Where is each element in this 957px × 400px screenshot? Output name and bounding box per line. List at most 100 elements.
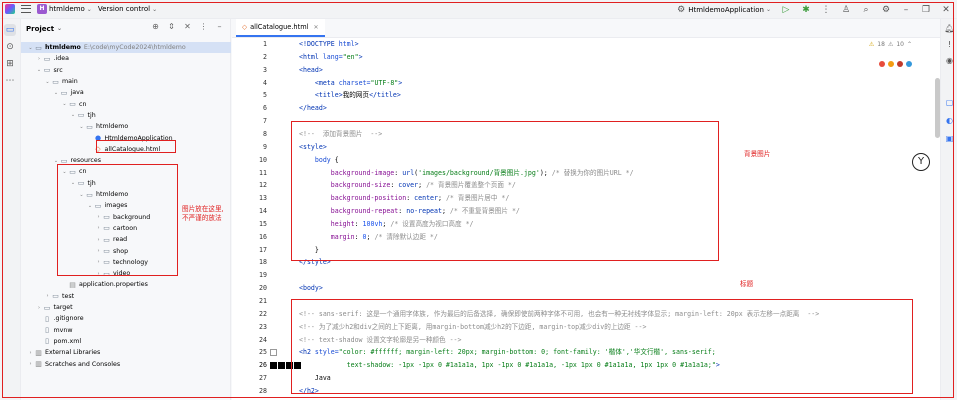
project-tool-icon[interactable]: ▭ <box>4 24 16 36</box>
tree-row-label: Scratches and Consoles <box>45 360 121 368</box>
account-icon[interactable]: ♙ <box>841 5 851 15</box>
tab-label: allCatalogue.html <box>250 23 309 31</box>
right-tool-strip: 🔔︎ ! ◉ ▢ ◐ ▣ <box>940 19 957 400</box>
highlight-box-resources <box>57 164 178 276</box>
ai-assistant-icon[interactable]: Y <box>912 153 930 171</box>
tree-row[interactable]: › .idea <box>21 53 231 64</box>
ai-chat-icon[interactable]: ▢ <box>944 97 955 108</box>
code-token: charset= <box>338 78 371 87</box>
more-icon[interactable]: ⋮ <box>821 5 831 15</box>
chevron-right-icon[interactable]: › <box>27 361 34 367</box>
expand-all-icon[interactable]: ⇕ <box>167 22 176 31</box>
edge-icon[interactable] <box>906 61 912 67</box>
search-icon[interactable]: ⌕ <box>861 5 871 15</box>
chevron-right-icon[interactable]: › <box>36 56 43 62</box>
folder-icon <box>43 304 52 312</box>
run-icon[interactable]: ▷ <box>781 5 791 15</box>
vcs-widget[interactable]: Version control ⌄ <box>98 5 157 13</box>
more-tools-icon[interactable]: ⋯ <box>4 75 16 87</box>
tree-row[interactable]: › Scratches and Consoles <box>21 358 231 369</box>
hide-panel-icon[interactable]: – <box>215 22 224 31</box>
folder-icon <box>43 55 52 63</box>
database-icon[interactable]: ◉ <box>944 55 955 66</box>
inspection-widget[interactable]: ⚠ 18 ⚠ 10 ⌃ <box>869 41 912 48</box>
file-icon <box>43 315 52 323</box>
minimize-icon[interactable]: – <box>901 5 911 15</box>
project-panel-title: Project <box>26 24 55 33</box>
code-token: "UTF-8" <box>370 78 399 87</box>
tree-row[interactable]: .gitignore <box>21 313 231 324</box>
line-number: 18 <box>259 258 267 267</box>
tree-row[interactable]: ⌄ cn <box>21 99 231 110</box>
chevron-down-icon[interactable]: ⌄ <box>61 101 68 107</box>
chrome-icon[interactable] <box>879 61 885 67</box>
lib-icon <box>34 360 43 368</box>
line-number: 9 <box>263 142 267 151</box>
line-number: 22 <box>259 309 267 318</box>
settings-gear-icon[interactable]: ⚙ <box>881 5 891 15</box>
project-switcher[interactable]: H htmldemo ⌄ <box>37 4 92 14</box>
folder-icon <box>85 123 94 131</box>
run-config-selector[interactable]: ⚙ HtmldemoApplication ⌄ <box>676 5 771 15</box>
restore-icon[interactable]: ❐ <box>921 5 931 15</box>
highlight-box-h2 <box>291 299 913 394</box>
chevron-down-icon[interactable]: ⌄ <box>44 79 51 85</box>
chevron-down-icon[interactable]: ⌄ <box>27 45 34 51</box>
notifications-icon[interactable]: 🔔︎ <box>944 23 955 34</box>
weak-warning-icon: ⚠ <box>887 41 894 48</box>
tree-row[interactable]: ⌄ src <box>21 65 231 76</box>
color-swatch-icon[interactable] <box>270 362 277 370</box>
tree-row[interactable]: › target <box>21 302 231 313</box>
tree-row[interactable]: ⌄ tjh <box>21 110 231 121</box>
gradle-icon[interactable]: ◐ <box>944 115 955 126</box>
tree-row[interactable]: › test <box>21 291 231 302</box>
close-icon[interactable]: ✕ <box>941 5 951 15</box>
line-number: 1 <box>263 40 267 48</box>
chevron-right-icon[interactable]: › <box>27 350 34 356</box>
tree-row[interactable]: pom.xml <box>21 336 231 347</box>
code-line: <body> <box>299 284 323 292</box>
chevron-down-icon[interactable]: ⌄ <box>53 158 60 164</box>
options-icon[interactable]: ⋮ <box>199 22 208 31</box>
locate-icon[interactable]: ⊕ <box>151 22 160 31</box>
tree-row[interactable]: ⌄ htmldemo <box>21 121 231 132</box>
tree-row-label: cn <box>79 100 87 108</box>
browser-preview-icons <box>879 61 912 67</box>
tree-row[interactable]: ⌄ main <box>21 76 231 87</box>
folder-icon <box>60 89 69 97</box>
color-swatch-icon[interactable] <box>270 349 277 357</box>
debug-icon[interactable]: ✱ <box>801 5 811 15</box>
line-number: 15 <box>259 219 267 228</box>
tree-row-label: htmldemo <box>45 44 81 52</box>
tree-row-label: pom.xml <box>53 337 82 345</box>
tree-row[interactable]: › External Libraries <box>21 347 231 358</box>
tree-row[interactable]: application.properties <box>21 279 231 290</box>
highlight-box-html <box>96 140 176 153</box>
line-number: 14 <box>259 207 267 216</box>
maven-icon[interactable]: ▣ <box>944 133 955 144</box>
tab-allcatalogue[interactable]: ◇ allCatalogue.html ✕ <box>236 19 325 37</box>
chevron-right-icon[interactable]: › <box>44 293 51 299</box>
chevron-right-icon[interactable]: › <box>36 305 43 311</box>
tree-row-label: main <box>62 78 78 86</box>
tree-row[interactable]: mvnw <box>21 325 231 336</box>
line-number: 23 <box>259 322 267 331</box>
color-swatch-icon[interactable] <box>278 362 285 370</box>
tree-row[interactable]: ⌄ htmldemoE:\code\myCode2024\htmldemo <box>21 42 231 54</box>
chevron-down-icon[interactable]: ⌄ <box>53 90 60 96</box>
commit-tool-icon[interactable]: ⊙ <box>4 41 16 53</box>
code-token: <head> <box>299 65 323 74</box>
collapse-all-icon[interactable]: ✕ <box>183 22 192 31</box>
close-icon[interactable]: ✕ <box>313 24 318 31</box>
tree-row[interactable]: ⌄ java <box>21 87 231 98</box>
main-menu-icon[interactable] <box>21 4 31 14</box>
chevron-down-icon[interactable]: ⌄ <box>78 124 85 130</box>
warning-icon[interactable]: ! <box>944 39 955 50</box>
tree-row-label: External Libraries <box>45 349 101 357</box>
opera-icon[interactable] <box>897 61 903 67</box>
tree-row-path: E:\code\myCode2024\htmldemo <box>83 44 186 52</box>
chevron-down-icon[interactable]: ⌄ <box>70 112 77 118</box>
chevron-down-icon[interactable]: ⌄ <box>36 67 43 73</box>
structure-tool-icon[interactable]: ⊞ <box>4 58 16 70</box>
firefox-icon[interactable] <box>888 61 894 67</box>
